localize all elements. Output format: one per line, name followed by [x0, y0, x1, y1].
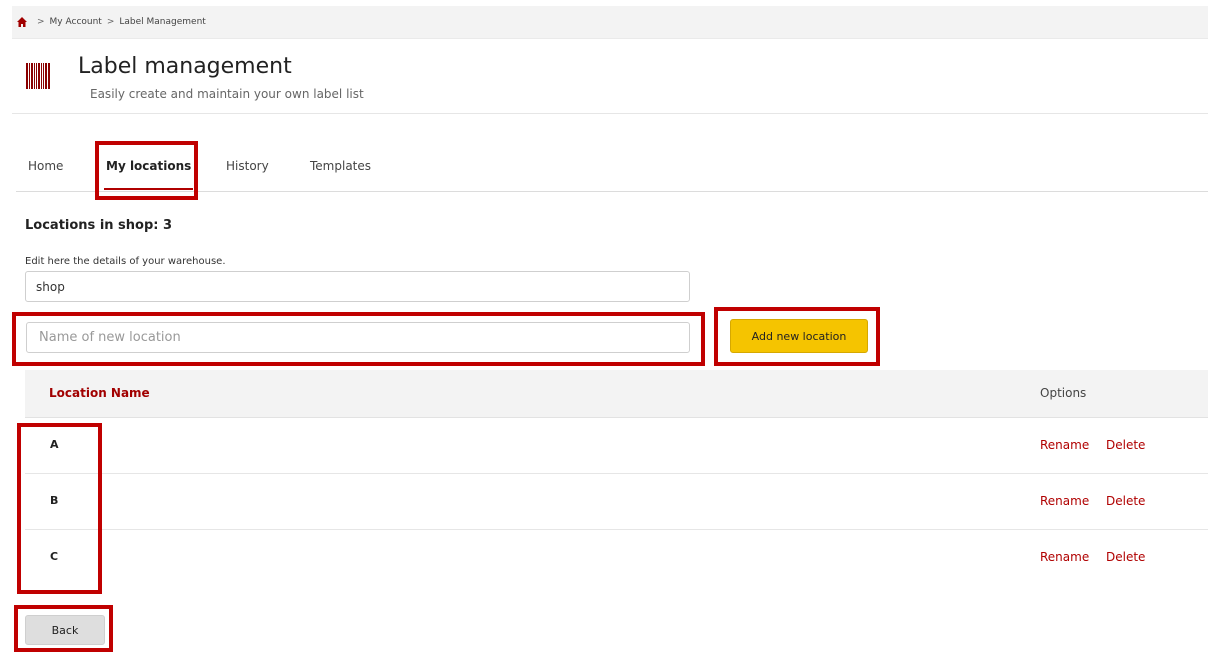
breadcrumb-separator: > [106, 17, 115, 27]
breadcrumb-label-management[interactable]: Label Management [119, 17, 205, 27]
warehouse-edit-label: Edit here the details of your warehouse. [25, 256, 226, 267]
tab-my-locations-label: My locations [106, 159, 192, 173]
back-button[interactable]: Back [25, 615, 105, 645]
location-name-cell: C [50, 550, 59, 563]
delete-link[interactable]: Delete [1106, 494, 1145, 508]
breadcrumb: > My Account > Label Management [12, 6, 1208, 38]
warehouse-name-input[interactable] [25, 271, 690, 302]
page-header: Label management Easily create and maint… [12, 38, 1208, 114]
add-new-location-button[interactable]: Add new location [730, 319, 868, 353]
locations-table: Location Name Options A Rename Delete B … [25, 370, 1208, 586]
location-name-cell: B [50, 494, 59, 507]
table-row: B Rename Delete [25, 474, 1208, 530]
new-location-input[interactable] [26, 322, 690, 353]
delete-link[interactable]: Delete [1106, 438, 1145, 452]
rename-link[interactable]: Rename [1040, 550, 1089, 564]
table-header: Location Name Options [25, 370, 1208, 418]
breadcrumb-separator: > [37, 17, 45, 27]
delete-link[interactable]: Delete [1106, 550, 1145, 564]
page-title: Label management [78, 54, 292, 79]
tab-history[interactable]: History [226, 140, 269, 192]
home-icon[interactable] [16, 16, 28, 28]
tab-my-locations[interactable]: My locations [104, 140, 194, 192]
location-name-cell: A [50, 438, 59, 451]
rename-link[interactable]: Rename [1040, 438, 1089, 452]
barcode-icon [26, 63, 50, 89]
table-row: A Rename Delete [25, 418, 1208, 474]
tab-templates[interactable]: Templates [310, 140, 371, 192]
active-tab-underline [104, 188, 194, 190]
rename-link[interactable]: Rename [1040, 494, 1089, 508]
breadcrumb-my-account[interactable]: My Account [50, 17, 102, 27]
tab-home[interactable]: Home [28, 140, 63, 192]
locations-count-title: Locations in shop: 3 [25, 218, 173, 233]
column-header-location-name: Location Name [49, 386, 150, 400]
page-subtitle: Easily create and maintain your own labe… [90, 87, 364, 101]
table-row: C Rename Delete [25, 530, 1208, 586]
column-header-options: Options [1040, 386, 1087, 400]
tab-bar: Home My locations History Templates [16, 140, 1208, 192]
